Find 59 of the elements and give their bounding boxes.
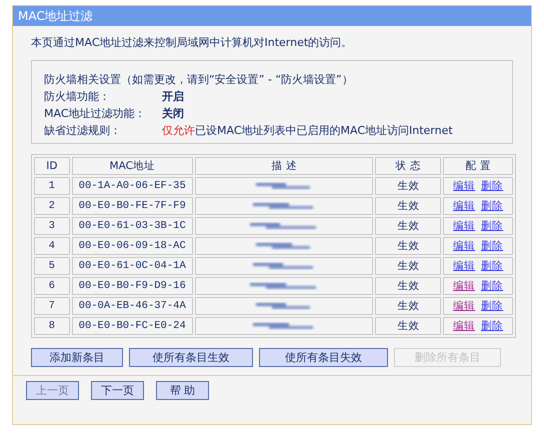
status-cell: 生效 [375, 317, 442, 335]
delete-link[interactable]: 删除 [481, 321, 504, 333]
setting-value: 关闭 [162, 106, 184, 121]
delete-link[interactable]: 删除 [481, 201, 504, 213]
setting-value: 仅允许已设MAC地址列表中已启用的MAC地址访问Internet [162, 123, 453, 138]
mac-cell: 00-E0-06-09-18-AC [72, 237, 193, 255]
status-cell: 生效 [375, 237, 442, 255]
mac-cell: 00-E0-61-0C-04-1A [72, 257, 193, 275]
setting-label: 防火墙功能： [44, 89, 111, 104]
setting-value: 开启 [162, 89, 184, 104]
firewall-heading: 防火墙相关设置（如需更改，请到“安全设置” - “防火墙设置”） [44, 72, 354, 87]
status-cell: 生效 [375, 197, 442, 215]
mac-cell: 00-E0-B0-FC-E0-24 [72, 317, 193, 335]
id-cell: 3 [34, 217, 70, 235]
page-button[interactable]: 下一页 [91, 381, 144, 400]
mac-cell: 00-1A-A0-06-EF-35 [72, 177, 193, 195]
status-cell: 生效 [375, 177, 442, 195]
status-cell: 生效 [375, 297, 442, 315]
id-cell: 7 [34, 297, 70, 315]
action-button[interactable]: 添加新条目 [31, 348, 123, 367]
edit-link[interactable]: 编辑 [453, 221, 476, 233]
edit-link[interactable]: 编辑 [453, 181, 476, 193]
delete-link[interactable]: 删除 [481, 241, 504, 253]
delete-link[interactable]: 删除 [481, 221, 504, 233]
column-header: 描 述 [194, 157, 374, 175]
column-header: 配 置 [443, 157, 513, 175]
delete-link[interactable]: 删除 [481, 301, 504, 313]
setting-label: 缺省过滤规则： [44, 123, 122, 138]
mac-cell: 00-E0-61-03-3B-1C [72, 217, 193, 235]
id-cell: 6 [34, 277, 70, 295]
window-title: MAC地址过滤 [13, 6, 531, 26]
status-cell: 生效 [375, 257, 442, 275]
action-button[interactable]: 使所有条目失效 [259, 348, 388, 367]
page-button[interactable]: 帮 助 [156, 381, 209, 400]
delete-link[interactable]: 删除 [481, 281, 504, 293]
column-header: ID [34, 157, 70, 175]
column-header: 状 态 [375, 157, 442, 175]
edit-link[interactable]: 编辑 [453, 281, 476, 293]
delete-link[interactable]: 删除 [481, 261, 504, 273]
id-cell: 4 [34, 237, 70, 255]
delete-link[interactable]: 删除 [481, 181, 504, 193]
id-cell: 5 [34, 257, 70, 275]
status-cell: 生效 [375, 217, 442, 235]
mac-cell: 00-E0-B0-F9-D9-16 [72, 277, 193, 295]
id-cell: 2 [34, 197, 70, 215]
mac-cell: 00-0A-EB-46-37-4A [72, 297, 193, 315]
edit-link[interactable]: 编辑 [453, 301, 476, 313]
id-cell: 1 [34, 177, 70, 195]
edit-link[interactable]: 编辑 [453, 241, 476, 253]
status-cell: 生效 [375, 277, 442, 295]
setting-label: MAC地址过滤功能： [44, 106, 147, 121]
action-button[interactable]: 使所有条目生效 [129, 348, 253, 367]
intro-text: 本页通过MAC地址过滤来控制局域网中计算机对Internet的访问。 [31, 35, 354, 50]
column-header: MAC地址 [72, 157, 193, 175]
edit-link[interactable]: 编辑 [453, 201, 476, 213]
id-cell: 8 [34, 317, 70, 335]
edit-link[interactable]: 编辑 [453, 261, 476, 273]
edit-link[interactable]: 编辑 [453, 321, 476, 333]
mac-cell: 00-E0-B0-FE-7F-F9 [72, 197, 193, 215]
